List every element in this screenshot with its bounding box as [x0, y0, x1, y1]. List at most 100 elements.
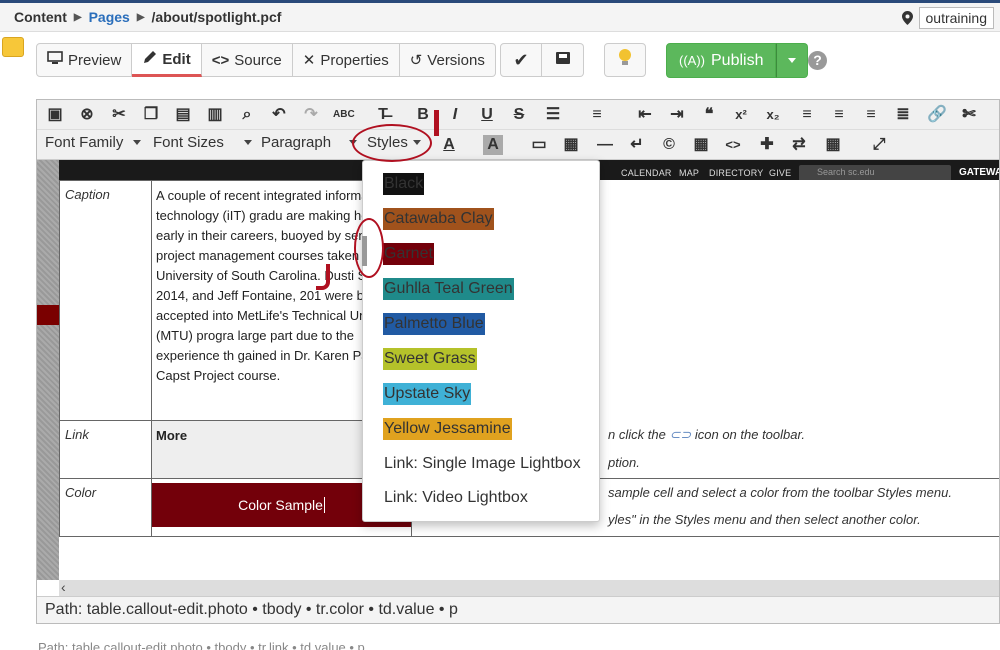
- link-icon[interactable]: 🔗: [927, 105, 947, 125]
- save-draft-button[interactable]: [542, 43, 584, 77]
- align-center-icon[interactable]: ≡: [829, 105, 849, 125]
- paragraph-dropdown[interactable]: Paragraph: [261, 134, 358, 151]
- bold-icon[interactable]: B: [413, 105, 433, 125]
- undo-icon[interactable]: ↶: [269, 105, 289, 125]
- publish-button[interactable]: ((A)) Publish: [666, 43, 777, 78]
- calculator-icon[interactable]: ▦: [691, 135, 711, 155]
- styles-menu-item[interactable]: Yellow Jessamine: [383, 418, 512, 440]
- publish-dropdown-button[interactable]: [776, 43, 809, 78]
- styles-menu-item[interactable]: Catawaba Clay: [383, 208, 494, 230]
- underline-icon[interactable]: U: [477, 105, 497, 125]
- image-icon[interactable]: ▭: [529, 135, 549, 155]
- code-icon[interactable]: <>: [723, 135, 743, 155]
- text-cursor: [323, 497, 325, 513]
- code-icon: <>: [211, 51, 230, 69]
- bullet-list-icon[interactable]: ☰: [543, 105, 563, 125]
- find-replace-icon[interactable]: ⌕: [237, 105, 257, 125]
- breadcrumb-separator-icon: ▶: [73, 11, 82, 23]
- background-color-icon[interactable]: A: [483, 135, 503, 155]
- history-icon: ↺: [409, 52, 423, 69]
- align-left-icon[interactable]: ≡: [797, 105, 817, 125]
- save-checkmark-button[interactable]: ✔: [500, 43, 542, 77]
- clear-format-icon[interactable]: T̶: [373, 105, 393, 125]
- help-icon[interactable]: ?: [808, 51, 827, 70]
- styles-menu-item[interactable]: Upstate Sky: [383, 383, 472, 405]
- font-sizes-dropdown[interactable]: Font Sizes: [153, 134, 252, 151]
- nav-give: GIVE: [769, 168, 792, 178]
- tips-button[interactable]: [604, 43, 646, 77]
- swap-icon[interactable]: ⇄: [789, 135, 809, 155]
- versions-button[interactable]: ↺ Versions: [399, 43, 496, 77]
- numbered-list-icon[interactable]: ≡: [587, 105, 607, 125]
- styles-menu-item[interactable]: Guhlla Teal Green: [383, 278, 514, 300]
- cancel-icon[interactable]: ⊗: [77, 105, 97, 125]
- italic-icon[interactable]: I: [445, 105, 465, 125]
- properties-button[interactable]: ✕ Properties: [292, 43, 400, 77]
- nav-map: MAP: [679, 168, 700, 178]
- editor-toolbar-row-1: ▣ ⊗ ✂ ❐ ▤ ▥ ⌕ ↶ ↷ ABC T̶ B I U S ☰ ≡ ⇤ ⇥…: [37, 100, 999, 130]
- paste-text-icon[interactable]: ▥: [205, 105, 225, 125]
- fullscreen-icon[interactable]: ⤢: [869, 135, 889, 155]
- scroll-left-icon[interactable]: ‹: [61, 579, 66, 595]
- publish-group: ((A)) Publish: [666, 43, 809, 78]
- indent-icon[interactable]: ⇥: [667, 105, 687, 125]
- source-button[interactable]: <> Source: [201, 43, 293, 77]
- styles-menu: Black Catawaba Clay Garnet Guhlla Teal G…: [362, 160, 600, 522]
- save-icon[interactable]: ▣: [45, 105, 65, 125]
- color-label: Color: [59, 478, 152, 537]
- cut-icon[interactable]: ✂: [109, 105, 129, 125]
- nav-calendar: CALENDAR: [621, 168, 672, 178]
- editor-toolbar-row-2: Font Family Font Sizes Paragraph Styles …: [37, 130, 999, 160]
- redo-icon[interactable]: ↷: [301, 105, 321, 125]
- plugin-icon[interactable]: ✚: [757, 135, 777, 155]
- unlink-icon[interactable]: ✄: [959, 105, 979, 125]
- top-bar: Content ▶ Pages ▶ /about/spotlight.pcf o…: [0, 0, 1000, 32]
- subscript-icon[interactable]: x₂: [763, 105, 783, 125]
- link-desc-text-1: n click the: [608, 427, 666, 442]
- font-sizes-label: Font Sizes: [153, 134, 224, 151]
- breadcrumb: Content ▶ Pages ▶ /about/spotlight.pcf: [14, 9, 281, 25]
- font-family-dropdown[interactable]: Font Family: [45, 134, 142, 151]
- folder-icon[interactable]: [2, 37, 24, 57]
- save-group: ✔: [500, 43, 584, 77]
- edit-label: Edit: [162, 50, 191, 68]
- view-mode-tabs: Preview Edit <> Source ✕ Properties ↺ Ve…: [36, 43, 496, 77]
- blockquote-icon[interactable]: ❝: [699, 105, 719, 125]
- styles-menu-item[interactable]: Sweet Grass: [383, 348, 477, 370]
- justify-icon[interactable]: ≣: [893, 105, 913, 125]
- outdent-icon[interactable]: ⇤: [635, 105, 655, 125]
- breadcrumb-content[interactable]: Content: [14, 9, 67, 25]
- breadcrumb-file: /about/spotlight.pcf: [151, 9, 282, 25]
- line-break-icon[interactable]: ↵: [627, 135, 647, 155]
- link-toolbar-icon: ⊂⊃: [669, 427, 692, 442]
- text-color-icon[interactable]: A: [439, 135, 459, 155]
- menu-scroll-thumb[interactable]: [362, 236, 367, 266]
- styles-menu-item[interactable]: Garnet: [383, 243, 434, 265]
- lightbulb-icon: [618, 49, 632, 71]
- chevron-down-icon: [788, 58, 797, 63]
- media-icon[interactable]: ▦: [561, 135, 581, 155]
- horizontal-scrollbar[interactable]: ‹: [59, 579, 999, 596]
- edit-button[interactable]: Edit: [132, 43, 202, 77]
- styles-menu-item[interactable]: Black: [383, 173, 425, 195]
- tools-icon: ✕: [302, 52, 316, 69]
- styles-menu-item[interactable]: Palmetto Blue: [383, 313, 485, 335]
- table-icon[interactable]: ▦: [823, 135, 843, 155]
- special-character-icon[interactable]: ©: [659, 135, 679, 155]
- breadcrumb-pages[interactable]: Pages: [89, 9, 130, 25]
- preview-label: Preview: [68, 51, 122, 69]
- align-right-icon[interactable]: ≡: [861, 105, 881, 125]
- copy-icon[interactable]: ❐: [141, 105, 161, 125]
- strikethrough-icon[interactable]: S: [509, 105, 529, 125]
- background-path-text: Path: table.callout-edit.photo • tbody •…: [38, 640, 365, 650]
- site-selector[interactable]: outraining: [918, 7, 994, 29]
- styles-menu-item[interactable]: Link: Video Lightbox: [383, 487, 529, 509]
- horizontal-rule-icon[interactable]: —: [595, 135, 615, 155]
- superscript-icon[interactable]: x²: [731, 105, 751, 125]
- preview-button[interactable]: Preview: [36, 43, 133, 77]
- publish-icon: ((A)): [679, 53, 705, 68]
- paste-icon[interactable]: ▤: [173, 105, 193, 125]
- save-icon: [555, 51, 571, 69]
- spellcheck-icon[interactable]: ABC: [333, 105, 355, 125]
- styles-menu-item[interactable]: Link: Single Image Lightbox: [383, 453, 582, 475]
